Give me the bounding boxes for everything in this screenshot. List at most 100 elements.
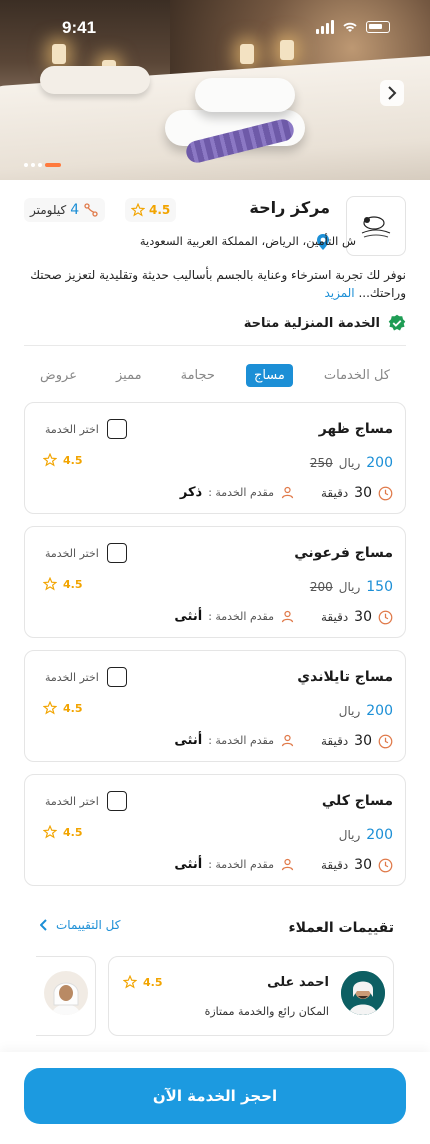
more-link[interactable]: المزيد bbox=[324, 286, 354, 300]
signal-icon bbox=[316, 20, 334, 34]
old-price: 200 bbox=[309, 580, 333, 594]
service-title: مساج ظهر bbox=[318, 421, 393, 437]
check-badge-icon bbox=[388, 314, 406, 331]
service-title: مساج تايلاندي bbox=[297, 669, 393, 685]
tab-offers[interactable]: عروض bbox=[32, 364, 85, 387]
duration-unit: دقيقة bbox=[320, 858, 349, 872]
rating-value: 4.5 bbox=[63, 701, 83, 715]
provider-label: مقدم الخدمة : bbox=[208, 858, 274, 871]
clock-icon bbox=[378, 486, 393, 500]
star-icon bbox=[43, 825, 57, 839]
provider-value: أنثى bbox=[174, 609, 203, 624]
service-provider: مقدم الخدمة : أنثى bbox=[155, 609, 295, 624]
price-value: 200 bbox=[366, 827, 393, 843]
duration-value: 30 bbox=[354, 857, 372, 873]
tab-cupping[interactable]: حجامة bbox=[173, 364, 223, 387]
reviewer-name: احمد على bbox=[267, 975, 329, 990]
service-price: 200 ريال bbox=[339, 827, 393, 843]
reviewer-avatar bbox=[44, 971, 88, 1015]
duration-unit: دقيقة bbox=[320, 486, 349, 500]
service-title: مساج فرعوني bbox=[294, 545, 393, 561]
review-card-peek bbox=[36, 956, 96, 1036]
price-currency: ريال bbox=[338, 828, 361, 842]
candle bbox=[52, 44, 66, 64]
candle bbox=[280, 40, 294, 60]
book-now-button[interactable]: احجز الخدمة الآن bbox=[24, 1068, 406, 1124]
chevron-left-icon bbox=[40, 919, 47, 931]
service-card[interactable]: مساج فرعوني اختر الخدمة 150 ريال 200 4.5… bbox=[24, 526, 406, 638]
rating-chip: 4.5 bbox=[125, 198, 177, 222]
provider-label: مقدم الخدمة : bbox=[208, 486, 274, 499]
clock-icon bbox=[378, 858, 393, 872]
provider-label: مقدم الخدمة : bbox=[208, 610, 274, 623]
provider-value: أنثى bbox=[174, 733, 203, 748]
carousel-dot[interactable] bbox=[24, 163, 28, 167]
service-duration: 30 دقيقة bbox=[321, 609, 393, 625]
service-rating: 4.5 bbox=[43, 701, 83, 715]
select-service[interactable]: اختر الخدمة bbox=[45, 791, 127, 811]
center-name: مركز راحة bbox=[249, 198, 330, 217]
rating-value: 4.5 bbox=[63, 577, 83, 591]
pillow bbox=[40, 66, 150, 94]
duration-unit: دقيقة bbox=[320, 610, 349, 624]
home-service-label: الخدمة المنزلية متاحة bbox=[243, 315, 380, 331]
service-rating: 4.5 bbox=[43, 825, 83, 839]
distance-icon bbox=[84, 203, 98, 217]
price-currency: ريال bbox=[338, 456, 361, 470]
select-service[interactable]: اختر الخدمة bbox=[45, 419, 127, 439]
status-bar: 9:41 bbox=[0, 18, 430, 40]
clock-icon bbox=[378, 734, 393, 748]
service-price: 150 ريال 200 bbox=[310, 579, 393, 595]
select-service[interactable]: اختر الخدمة bbox=[45, 667, 127, 687]
center-description: نوفر لك تجربة استرخاء وعناية بالجسم بأسا… bbox=[24, 266, 406, 302]
star-icon bbox=[43, 577, 57, 591]
select-label: اختر الخدمة bbox=[45, 546, 99, 560]
select-checkbox[interactable] bbox=[106, 419, 127, 439]
service-duration: 30 دقيقة bbox=[321, 733, 393, 749]
select-checkbox[interactable] bbox=[106, 791, 127, 811]
select-label: اختر الخدمة bbox=[45, 670, 99, 684]
carousel-dots[interactable] bbox=[24, 163, 61, 167]
user-icon bbox=[281, 734, 294, 747]
service-rating: 4.5 bbox=[43, 577, 83, 591]
center-rating: 4.5 bbox=[149, 203, 171, 217]
review-card: احمد على المكان رائع والخدمة ممتازة 4.5 bbox=[108, 956, 394, 1036]
service-card[interactable]: مساج تايلاندي اختر الخدمة 200 ريال 4.5 3… bbox=[24, 650, 406, 762]
service-provider: مقدم الخدمة : أنثى bbox=[155, 733, 295, 748]
star-icon bbox=[43, 453, 57, 467]
all-reviews-link[interactable]: كل التقييمات bbox=[40, 918, 120, 932]
reviews-title: تقييمات العملاء bbox=[288, 920, 394, 936]
select-service[interactable]: اختر الخدمة bbox=[45, 543, 127, 563]
distance-value: 4 bbox=[70, 202, 80, 218]
center-address: ش التأمين، الرياض، المملكة العربية السعو… bbox=[139, 234, 356, 248]
service-tabs: كل الخدمات مساج حجامة مميز عروض bbox=[24, 358, 406, 392]
carousel-dot[interactable] bbox=[31, 163, 35, 167]
tab-all-services[interactable]: كل الخدمات bbox=[316, 364, 398, 387]
price-value: 150 bbox=[366, 579, 393, 595]
select-label: اختر الخدمة bbox=[45, 422, 99, 436]
select-checkbox[interactable] bbox=[106, 543, 127, 563]
review-rating-value: 4.5 bbox=[143, 975, 163, 989]
chevron-right-icon[interactable] bbox=[380, 80, 404, 106]
duration-unit: دقيقة bbox=[320, 734, 349, 748]
duration-value: 30 bbox=[354, 485, 372, 501]
star-icon bbox=[43, 701, 57, 715]
provider-value: أنثى bbox=[174, 857, 203, 872]
tab-massage[interactable]: مساج bbox=[245, 363, 293, 387]
price-currency: ريال bbox=[338, 580, 361, 594]
star-icon bbox=[131, 203, 145, 217]
service-duration: 30 دقيقة bbox=[321, 857, 393, 873]
carousel-dot[interactable] bbox=[38, 163, 42, 167]
carousel-dot-active[interactable] bbox=[45, 163, 61, 167]
service-card[interactable]: مساج كلي اختر الخدمة 200 ريال 4.5 30 دقي… bbox=[24, 774, 406, 886]
status-icons bbox=[316, 20, 390, 34]
service-card[interactable]: مساج ظهر اختر الخدمة 200 ريال 250 4.5 30… bbox=[24, 402, 406, 514]
tab-featured[interactable]: مميز bbox=[108, 364, 150, 387]
service-provider: مقدم الخدمة : ذكر bbox=[155, 485, 295, 500]
rating-value: 4.5 bbox=[63, 453, 83, 467]
service-price: 200 ريال 250 bbox=[310, 455, 393, 471]
select-checkbox[interactable] bbox=[106, 667, 127, 687]
price-value: 200 bbox=[366, 455, 393, 471]
price-value: 200 bbox=[366, 703, 393, 719]
battery-icon bbox=[366, 21, 390, 33]
